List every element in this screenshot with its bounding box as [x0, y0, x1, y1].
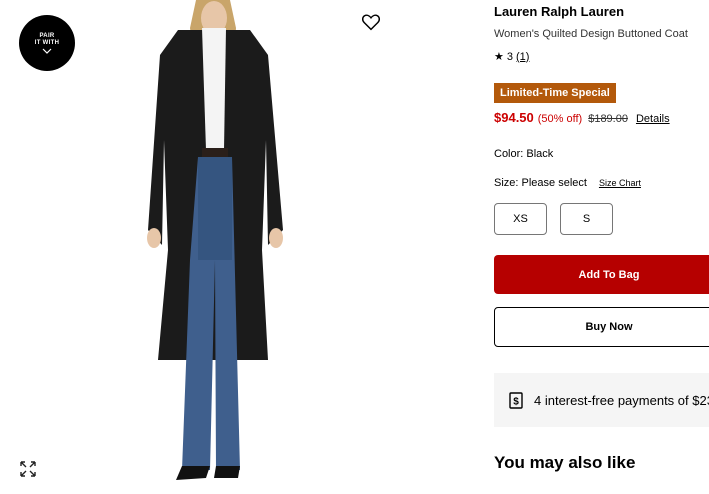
chevron-down-icon	[42, 48, 52, 54]
size-option-s[interactable]: S	[560, 203, 613, 235]
original-price: $189.00	[588, 113, 628, 125]
buy-now-button[interactable]: Buy Now	[494, 307, 709, 347]
color-label: Color: Black	[494, 148, 554, 160]
rating-value: 3	[506, 50, 513, 63]
product-rating[interactable]: ★ 3 (1)	[494, 50, 529, 64]
expand-arrows-icon[interactable]	[19, 460, 37, 478]
pair-it-with-button[interactable]: PAIR IT WITH	[19, 15, 75, 71]
size-chart-link[interactable]: Size Chart	[599, 178, 641, 188]
add-to-bag-button[interactable]: Add To Bag	[494, 255, 709, 294]
product-name: Women's Quilted Design Buttoned Coat	[494, 28, 688, 40]
pair-badge-line1: PAIR	[39, 32, 55, 39]
recommendations-heading: You may also like	[494, 453, 636, 472]
svg-text:$: $	[513, 396, 519, 407]
promo-badge: Limited-Time Special	[494, 83, 616, 103]
star-icon: ★	[494, 51, 504, 63]
price-row: $94.50 (50% off) $189.00 Details	[494, 110, 670, 125]
discount-percent: (50% off)	[537, 113, 583, 125]
product-model-image[interactable]	[118, 0, 298, 494]
product-brand[interactable]: Lauren Ralph Lauren	[494, 4, 624, 19]
product-image-gallery: PAIR IT WITH	[0, 0, 480, 494]
sale-price: $94.50	[494, 110, 534, 125]
review-count-link[interactable]: (1)	[516, 51, 529, 63]
heart-outline-icon[interactable]	[360, 11, 382, 33]
dollar-receipt-icon: $	[509, 391, 523, 409]
size-row: Size: Please select Size Chart	[494, 177, 641, 189]
price-details-link[interactable]: Details	[636, 113, 670, 125]
size-label: Size: Please select	[494, 177, 587, 189]
installment-payments-banner[interactable]: $ 4 interest-free payments of $23.63	[494, 373, 709, 427]
pair-badge-line2: IT WITH	[34, 39, 60, 46]
installment-text: 4 interest-free payments of $23.63	[534, 392, 709, 408]
size-option-xs[interactable]: XS	[494, 203, 547, 235]
